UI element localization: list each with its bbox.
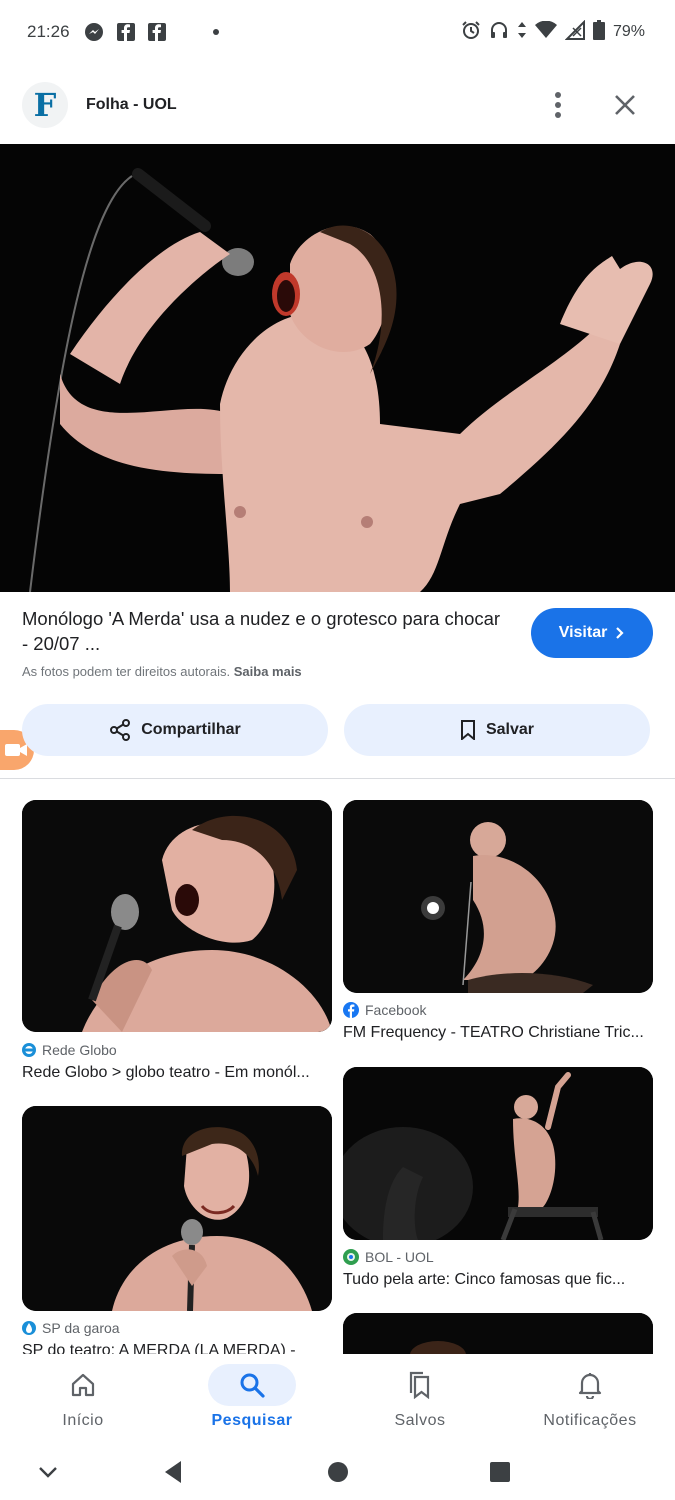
home-circle-icon <box>328 1462 348 1482</box>
search-icon <box>208 1364 296 1406</box>
performer-thumb <box>22 1106 332 1311</box>
headphones-icon <box>489 20 509 45</box>
battery-icon <box>592 19 605 45</box>
wifi-icon <box>534 20 557 44</box>
facebook-icon <box>343 1002 359 1018</box>
site-name[interactable]: Folha - UOL <box>86 96 177 114</box>
globo-icon <box>22 1043 36 1057</box>
related-thumbnail[interactable] <box>343 1313 653 1354</box>
dot-icon <box>212 22 220 42</box>
visit-label: Visitar <box>558 624 608 641</box>
battery-percent: 79% <box>612 23 645 40</box>
main-result-image[interactable] <box>0 144 675 592</box>
copyright-notice: As fotos podem ter direitos autorais. Sa… <box>22 664 502 679</box>
messenger-icon <box>84 22 104 42</box>
nav-notifications[interactable]: Notificações <box>520 1354 660 1442</box>
collapse-nav-button[interactable] <box>28 1454 68 1490</box>
related-source-name: SP da garoa <box>42 1320 120 1336</box>
nav-label: Início <box>62 1412 104 1429</box>
signal-icon <box>564 19 585 45</box>
related-source-name: Rede Globo <box>42 1042 117 1058</box>
result-info: Monólogo 'A Merda' usa a nudez e o grote… <box>22 606 502 679</box>
share-button[interactable]: Compartilhar <box>22 704 328 756</box>
site-favicon: F <box>22 82 68 128</box>
recents-square-icon <box>490 1462 510 1482</box>
related-source: Facebook <box>343 1002 426 1018</box>
related-thumbnail[interactable] <box>22 1106 332 1311</box>
chevron-down-icon <box>39 1467 57 1478</box>
nav-label: Salvos <box>394 1412 446 1429</box>
close-button[interactable] <box>608 88 642 122</box>
back-button[interactable] <box>153 1454 193 1490</box>
viewer-header: F Folha - UOL <box>0 66 675 144</box>
performer-thumb <box>343 1067 653 1240</box>
related-card[interactable]: Facebook FM Frequency - TEATRO Christian… <box>343 800 653 1045</box>
related-card[interactable]: BOL - UOL Tudo pela arte: Cinco famosas … <box>343 1067 653 1297</box>
share-label: Compartilhar <box>141 721 241 738</box>
status-bar: 21:26 79% <box>0 0 675 66</box>
facebook-icon <box>117 22 135 42</box>
more-options-button[interactable] <box>541 88 575 122</box>
data-arrows-icon <box>517 20 527 45</box>
nav-saved[interactable]: Salvos <box>350 1354 490 1442</box>
related-caption[interactable]: FM Frequency - TEATRO Christiane Tric... <box>343 1024 653 1042</box>
nav-label: Pesquisar <box>211 1412 293 1429</box>
share-icon <box>110 719 131 741</box>
nav-home[interactable]: Início <box>13 1354 153 1442</box>
related-card[interactable]: Rede Globo Rede Globo > globo teatro - E… <box>22 800 332 1090</box>
recents-button[interactable] <box>480 1454 520 1490</box>
bol-icon <box>343 1249 359 1265</box>
related-caption[interactable]: Tudo pela arte: Cinco famosas que fic... <box>343 1271 653 1289</box>
related-source-name: Facebook <box>365 1002 427 1018</box>
system-navigation-bar <box>0 1442 675 1500</box>
related-source: BOL - UOL <box>343 1249 434 1265</box>
facebook-icon <box>148 22 166 42</box>
divider <box>0 778 675 779</box>
bookmark-icon <box>460 720 475 740</box>
nav-label: Notificações <box>543 1412 637 1429</box>
visit-button[interactable]: Visitar <box>531 608 653 658</box>
related-thumbnail[interactable] <box>343 1067 653 1240</box>
home-icon <box>39 1364 127 1406</box>
related-thumbnail[interactable] <box>343 800 653 993</box>
status-time: 21:26 <box>27 22 70 41</box>
related-card[interactable]: SP da garoa SP do teatro: A MERDA (LA ME… <box>22 1106 332 1354</box>
result-title[interactable]: Monólogo 'A Merda' usa a nudez e o grote… <box>22 606 502 656</box>
save-label: Salvar <box>485 721 535 738</box>
performer-thumb <box>343 800 653 993</box>
related-source: Rede Globo <box>22 1042 117 1058</box>
performer-photo <box>0 144 675 592</box>
performer-thumb <box>22 800 332 1032</box>
spgaroa-icon <box>22 1321 36 1335</box>
related-card[interactable] <box>343 1313 653 1354</box>
related-source: SP da garoa <box>22 1320 120 1336</box>
nav-search[interactable]: Pesquisar <box>182 1354 322 1442</box>
chevron-right-icon <box>616 627 624 639</box>
alarm-icon <box>461 20 481 45</box>
bookmarks-icon <box>376 1364 464 1406</box>
copyright-text: As fotos podem ter direitos autorais. <box>22 664 231 679</box>
back-triangle-icon <box>165 1461 181 1483</box>
bottom-navigation: Início Pesquisar Salvos Notificações <box>0 1354 675 1442</box>
bell-icon <box>546 1364 634 1406</box>
related-thumbnail[interactable] <box>22 800 332 1032</box>
close-icon <box>615 95 635 115</box>
related-caption[interactable]: Rede Globo > globo teatro - Em monól... <box>22 1064 332 1082</box>
learn-more-link[interactable]: Saiba mais <box>234 664 302 679</box>
more-vert-icon <box>555 92 561 118</box>
home-button[interactable] <box>318 1454 358 1490</box>
save-button[interactable]: Salvar <box>344 704 650 756</box>
related-caption[interactable]: SP do teatro: A MERDA (LA MERDA) - <box>22 1342 332 1354</box>
related-source-name: BOL - UOL <box>365 1249 434 1265</box>
performer-thumb <box>343 1313 653 1354</box>
